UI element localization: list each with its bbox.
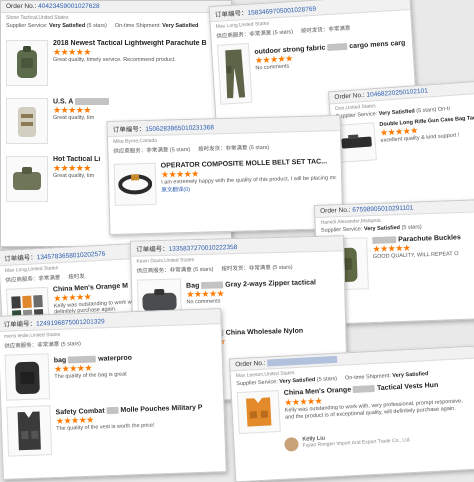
supplier-star-count: (5 stars) bbox=[169, 146, 191, 154]
product-thumbnail[interactable] bbox=[336, 122, 377, 163]
belt-icon bbox=[118, 174, 153, 195]
redacted-text bbox=[75, 98, 110, 105]
supplier-service-label: Supplier Service: bbox=[236, 379, 278, 388]
shipment-label: On-time Shipment: bbox=[344, 373, 391, 382]
review-item: OPERATOR COMPOSITE MOLLE BELT SET TAC...… bbox=[109, 155, 342, 209]
shipment-value: Very Satisfied bbox=[392, 371, 429, 380]
supplier-service-label: Supplier Service: bbox=[320, 226, 363, 234]
order-number-link[interactable]: 1335837270010222358 bbox=[169, 244, 238, 253]
order-number-link[interactable]: 67598905010291101 bbox=[352, 205, 413, 214]
redacted-text bbox=[201, 281, 224, 289]
order-label: Order No.: bbox=[334, 91, 365, 102]
backpack-icon bbox=[17, 46, 37, 78]
order-label: 订单编号： bbox=[3, 320, 37, 329]
product-thumbnail[interactable] bbox=[6, 405, 53, 457]
review-item: bag waterproo ★★★★★ The quality of the b… bbox=[0, 344, 223, 404]
order-label: 订单编号： bbox=[214, 9, 248, 19]
supplier-service-value: Very Satisfied bbox=[49, 23, 86, 29]
supplier-star-count: (5 stars) bbox=[316, 376, 338, 384]
supplier-star-count: (5 stars) bbox=[193, 266, 214, 274]
product-thumbnail[interactable] bbox=[113, 162, 157, 206]
backpack-icon bbox=[18, 107, 36, 137]
rating-stars: ★★★★★ bbox=[53, 105, 91, 116]
order-label: Order No.: bbox=[235, 359, 266, 369]
product-thumbnail[interactable] bbox=[236, 390, 281, 435]
redacted-text bbox=[106, 406, 119, 415]
order-number-link[interactable]: 1345783658010202576 bbox=[37, 251, 106, 262]
product-thumbnail[interactable] bbox=[6, 98, 48, 144]
supplier-service: 供应商服务：非常满意 bbox=[113, 147, 169, 155]
order-number-link[interactable]: 1249196875001201329 bbox=[36, 318, 105, 327]
supplier-service: 供应商服务：非常满意 bbox=[136, 267, 192, 275]
shipping-service: 按时发 bbox=[68, 273, 86, 281]
supplier-service: 供应商服务：非常满意 bbox=[4, 341, 60, 350]
review-card-4: Order No.: 10468220250102101 Don,United … bbox=[327, 80, 474, 212]
product-thumbnail[interactable] bbox=[6, 156, 48, 202]
shipping-star-count: (5 stars) bbox=[272, 264, 293, 272]
redacted-text bbox=[327, 42, 348, 52]
buyer-meta: Stone Tactical,United States bbox=[6, 15, 69, 21]
supplier-star-count: (5 stars) bbox=[401, 224, 422, 231]
supplier-star-count: (5 stars) bbox=[416, 106, 437, 115]
order-label: 订单编号： bbox=[112, 126, 146, 134]
review-card-3: 订单编号：1506283865010231368 Mike Byrne,Cana… bbox=[106, 114, 344, 236]
redacted-text bbox=[372, 236, 397, 245]
product-thumbnail[interactable] bbox=[6, 40, 48, 86]
order-number-link[interactable]: 1583469705001028769 bbox=[247, 6, 316, 17]
shipment-value: Very Satisfied bbox=[162, 23, 199, 29]
order-label: 订单编号： bbox=[136, 245, 169, 254]
shipment-label: On-time Shipment: bbox=[114, 23, 161, 29]
product-title[interactable]: 2018 Newest Tactical Lightweight Parachu… bbox=[53, 40, 226, 47]
review-item: Double Long Rifle Gun Case Bag Tactic ★★… bbox=[331, 112, 474, 166]
review-item: Safety Combat Molle Pouches Military P ★… bbox=[1, 396, 225, 460]
supplier-service-value: Very Satisfied bbox=[363, 225, 401, 233]
order-label: 订单编号： bbox=[4, 254, 37, 263]
order-number-link[interactable]: 40423459001027628 bbox=[38, 3, 99, 10]
pants-icon bbox=[225, 49, 246, 99]
product-thumbnail[interactable] bbox=[216, 42, 253, 105]
backpack-icon bbox=[15, 361, 40, 395]
redacted-text bbox=[352, 385, 376, 394]
shipping-service: 按时发货：非常满意 bbox=[197, 145, 248, 153]
avatar bbox=[284, 437, 299, 452]
supplier-star-count: (5 stars) bbox=[86, 23, 107, 29]
review-card-9: Order No.: Max Leeson,United States Supp… bbox=[228, 345, 474, 482]
supplier-star-count: (5 stars) bbox=[60, 341, 82, 348]
product-thumbnail[interactable] bbox=[4, 353, 51, 401]
order-number-link[interactable]: 1506283865010231368 bbox=[145, 124, 214, 133]
vest-icon bbox=[17, 411, 41, 451]
order-label: Order No.: bbox=[6, 3, 37, 10]
order-label: Order No.: bbox=[320, 206, 351, 215]
supplier-service-label: Supplier Service: bbox=[6, 23, 48, 29]
supplier-service-value: Very Satisfied bbox=[378, 108, 416, 117]
rifle-case-icon bbox=[341, 134, 372, 149]
bag-icon bbox=[13, 167, 41, 190]
supplier-star-count: (5 stars) bbox=[272, 29, 294, 37]
review-text: Great quality, timely service. Recommend… bbox=[53, 57, 176, 63]
shipping-service: 按时发货：非常满意 bbox=[221, 265, 271, 273]
supplier-service-value: Very Satisfied bbox=[279, 377, 316, 386]
product-title[interactable]: U.S. A bbox=[53, 98, 226, 105]
redacted-text bbox=[68, 355, 97, 364]
redacted-order-number bbox=[267, 355, 338, 367]
shipping-star-count: (5 stars) bbox=[248, 144, 270, 152]
review-card-8: 订单编号：1249196875001201329 mens leslie,Uni… bbox=[0, 308, 227, 480]
rating-stars: ★★★★★ bbox=[53, 47, 91, 57]
vest-icon bbox=[246, 397, 272, 427]
review-item: 2018 Newest Tactical Lightweight Parachu… bbox=[1, 37, 231, 89]
shipment-label: On-ti bbox=[437, 105, 451, 113]
